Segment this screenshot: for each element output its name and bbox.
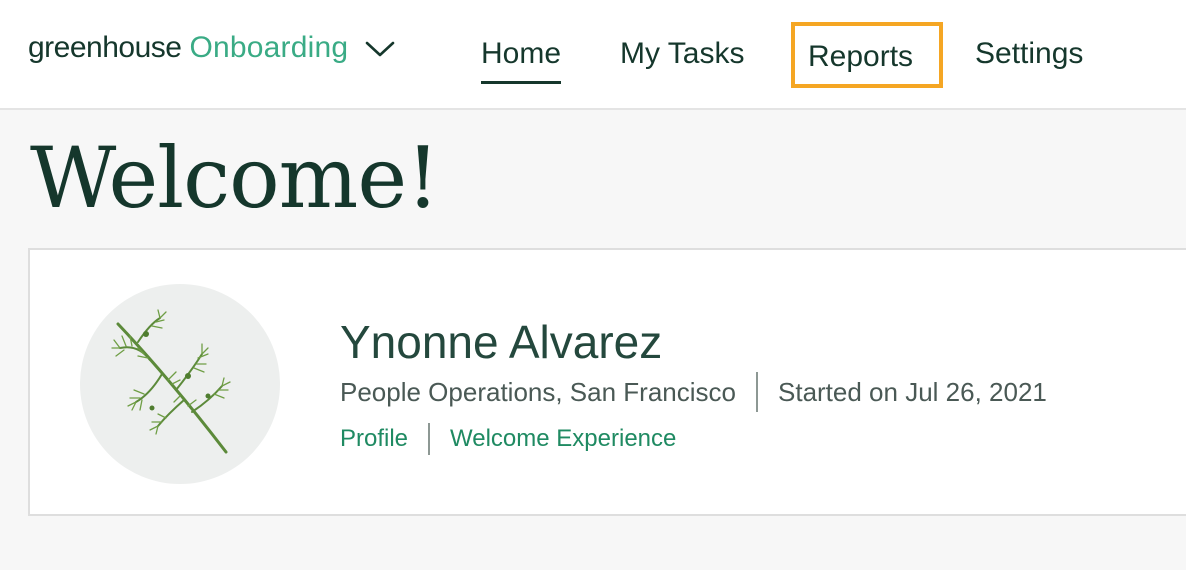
meta-divider <box>756 372 758 412</box>
profile-card: Ynonne Alvarez People Operations, San Fr… <box>28 248 1186 516</box>
employee-name: Ynonne Alvarez <box>340 316 663 368</box>
nav-reports[interactable]: Reports <box>791 22 943 88</box>
dill-plant-icon <box>111 309 231 454</box>
greenhouse-logo: greenhouse <box>28 31 182 64</box>
chevron-down-icon[interactable] <box>362 36 398 60</box>
nav-settings[interactable]: Settings <box>975 30 1083 80</box>
welcome-experience-link[interactable]: Welcome Experience <box>450 425 676 453</box>
department-location: People Operations, San Francisco <box>340 376 736 407</box>
page-title: Welcome! <box>30 129 440 227</box>
profile-link[interactable]: Profile <box>340 425 408 453</box>
avatar <box>80 284 280 484</box>
nav-my-tasks[interactable]: My Tasks <box>620 30 744 80</box>
start-date: Started on Jul 26, 2021 <box>778 376 1047 407</box>
top-navigation-bar: greenhouse Onboarding Home My Tasks Repo… <box>0 0 1186 110</box>
links-divider <box>428 423 431 455</box>
profile-links: Profile Welcome Experience <box>340 422 676 456</box>
product-switcher[interactable]: greenhouse Onboarding <box>28 28 398 68</box>
nav-home[interactable]: Home <box>481 30 562 84</box>
employee-meta: People Operations, San Francisco Started… <box>340 372 1047 412</box>
product-name: Onboarding <box>189 31 349 64</box>
